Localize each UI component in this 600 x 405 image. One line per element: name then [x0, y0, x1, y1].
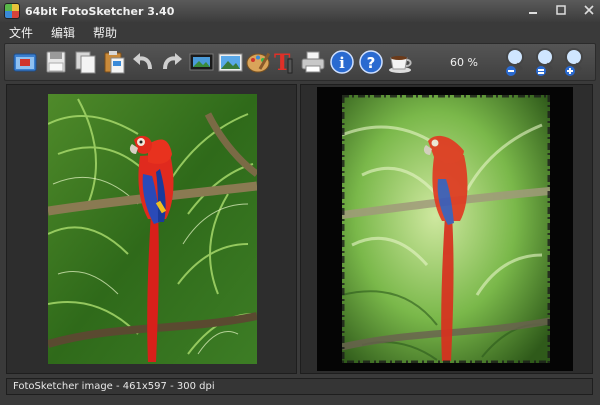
source-image-panel[interactable] — [6, 84, 297, 374]
info-icon: i — [330, 50, 354, 74]
app-logo-icon — [4, 3, 20, 19]
maximize-button[interactable] — [554, 3, 568, 17]
menu-edit[interactable]: 编辑 — [48, 23, 78, 42]
svg-text:?: ? — [367, 54, 376, 72]
undo-icon — [133, 53, 152, 70]
copy-button[interactable] — [71, 48, 99, 76]
close-button[interactable] — [582, 3, 596, 17]
result-image-panel[interactable] — [300, 84, 593, 374]
status-bar: FotoSketcher image - 461x597 - 300 dpi — [6, 378, 593, 395]
help-button[interactable]: ? — [357, 48, 385, 76]
redo-icon — [163, 53, 182, 70]
palette-icon — [246, 52, 271, 73]
text-tool-icon: T — [274, 50, 293, 75]
open-button[interactable] — [11, 48, 39, 76]
batch-button[interactable] — [187, 48, 215, 76]
paste-button[interactable] — [100, 48, 128, 76]
toolbar: T i ? 60 % — [4, 43, 596, 81]
title-bar: 64bit FotoSketcher 3.40 — [0, 0, 600, 23]
copy-icon — [75, 51, 96, 74]
zoom-level: 60 % — [450, 56, 478, 69]
source-photo — [48, 94, 257, 364]
painted-image — [342, 95, 550, 363]
undo-button[interactable] — [129, 48, 157, 76]
coffee-cup-icon — [389, 56, 412, 73]
minimize-button[interactable] — [526, 3, 540, 17]
print-button[interactable] — [299, 48, 327, 76]
zoom-in-button[interactable] — [561, 48, 589, 76]
paste-icon — [104, 51, 125, 74]
info-button[interactable]: i — [328, 48, 356, 76]
zoom-fit-button[interactable] — [532, 48, 560, 76]
menu-file[interactable]: 文件 — [6, 23, 36, 42]
svg-text:i: i — [339, 54, 345, 72]
window-title: 64bit FotoSketcher 3.40 — [25, 4, 175, 18]
result-canvas — [317, 87, 573, 371]
redo-button[interactable] — [158, 48, 186, 76]
save-button[interactable] — [42, 48, 70, 76]
donate-button[interactable] — [386, 48, 414, 76]
printer-icon — [301, 51, 325, 73]
zoom-in-icon — [565, 48, 583, 76]
window-controls — [526, 3, 596, 17]
maximize-icon — [556, 5, 566, 15]
zoom-out-icon — [506, 48, 524, 76]
effects-button[interactable] — [245, 48, 273, 76]
text-button[interactable]: T — [271, 48, 299, 76]
picture-button[interactable] — [216, 48, 244, 76]
zoom-out-button[interactable] — [502, 48, 530, 76]
close-icon — [584, 5, 594, 15]
minimize-icon — [529, 12, 537, 14]
folder-icon — [13, 53, 37, 72]
help-icon: ? — [359, 50, 383, 74]
landscape-icon — [218, 53, 243, 72]
save-icon — [46, 51, 66, 73]
menu-bar: 文件 编辑 帮助 — [0, 22, 600, 42]
film-strip-icon — [189, 53, 214, 71]
menu-help[interactable]: 帮助 — [90, 23, 120, 42]
zoom-fit-icon — [536, 48, 554, 76]
